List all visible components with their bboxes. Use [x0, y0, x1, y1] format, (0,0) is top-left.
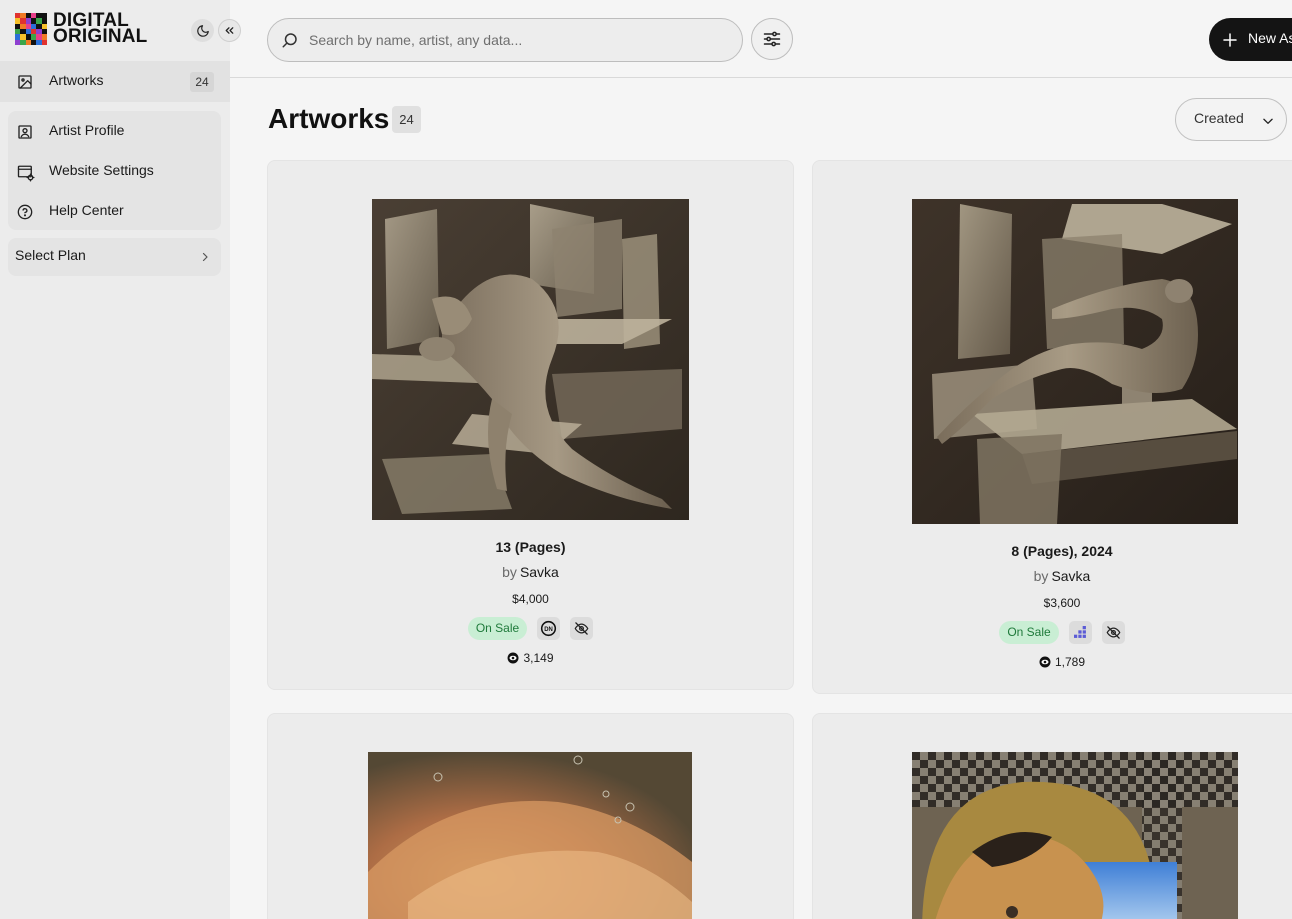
artwork-price: $3,600	[1043, 596, 1081, 610]
artist-name[interactable]: Savka	[1051, 568, 1090, 584]
marketplace-badge[interactable]	[1068, 621, 1092, 644]
moon-icon	[196, 24, 209, 37]
dn-logo-icon: DN	[541, 620, 557, 637]
artwork-image-graphic	[912, 752, 1238, 919]
artwork-artist: by Savka	[268, 564, 793, 580]
artwork-price: $4,000	[512, 592, 549, 606]
artwork-title[interactable]: 8 (Pages), 2024	[813, 543, 1292, 559]
artwork-image[interactable]	[372, 199, 689, 520]
page-title-count: 24	[392, 106, 421, 133]
chevron-down-icon	[1263, 118, 1273, 124]
new-artwork-label: New As	[1248, 30, 1292, 46]
marketplace-badge[interactable]: DN	[537, 617, 561, 640]
artist-by-label: by	[1033, 568, 1049, 584]
chevron-right-icon	[202, 252, 208, 262]
artworks-count-badge: 24	[190, 72, 214, 92]
artist-name[interactable]: Savka	[520, 564, 559, 580]
artwork-card[interactable]: 8 (Pages), 2024 by Savka $3,600 On Sale 1…	[812, 160, 1292, 694]
top-bar: New As	[230, 0, 1292, 78]
brand-logo[interactable]: DIGITAL ORIGINAL	[15, 11, 148, 47]
artwork-card[interactable]	[267, 713, 794, 919]
select-plan-label: Select Plan	[15, 247, 86, 263]
artist-by-label: by	[502, 564, 517, 580]
plus-icon	[1223, 33, 1237, 47]
visibility-toggle[interactable]	[1101, 621, 1125, 644]
artwork-image-graphic	[368, 752, 692, 919]
sidebar-item-artworks[interactable]: Artworks 24	[0, 61, 230, 102]
artwork-card[interactable]: 13 (Pages) by Savka $4,000 On Sale DN 3,1…	[267, 160, 794, 690]
artwork-image[interactable]	[368, 752, 692, 919]
artwork-image-graphic	[912, 199, 1238, 524]
help-icon	[17, 204, 33, 220]
dark-mode-toggle[interactable]	[191, 19, 214, 42]
dn-logo-text: DN	[544, 627, 553, 633]
eye-icon	[507, 652, 519, 664]
select-plan-button[interactable]: Select Plan	[8, 238, 221, 276]
sidebar-item-label: Artist Profile	[49, 122, 125, 138]
sidebar-item-website-settings[interactable]: Website Settings	[8, 154, 221, 190]
artwork-image[interactable]	[912, 199, 1238, 524]
sidebar-item-help-center[interactable]: Help Center	[8, 194, 221, 230]
visibility-toggle[interactable]	[570, 617, 594, 640]
brand-line-2: ORIGINAL	[53, 26, 148, 47]
sliders-icon	[763, 31, 781, 47]
website-settings-icon	[17, 165, 35, 182]
views-count: 3,149	[523, 651, 554, 665]
status-badge: On Sale	[999, 621, 1059, 644]
views-count: 1,789	[1054, 655, 1086, 669]
sidebar-item-label: Website Settings	[49, 162, 154, 178]
brand-logo-mark	[15, 13, 47, 45]
search-icon	[282, 33, 297, 48]
artwork-badges: On Sale DN	[268, 617, 793, 640]
image-icon	[18, 75, 32, 89]
brand-name: DIGITAL ORIGINAL	[53, 11, 148, 47]
sort-dropdown[interactable]: Created	[1175, 98, 1287, 141]
sidebar-nav-group: Artist Profile Website Settings Help Cen…	[8, 111, 221, 230]
artwork-title[interactable]: 13 (Pages)	[268, 539, 793, 555]
page-title: Artworks	[268, 103, 390, 134]
eye-off-icon	[1106, 626, 1121, 639]
sidebar-item-artist-profile[interactable]: Artist Profile	[8, 114, 221, 150]
new-artwork-button[interactable]: New As	[1209, 18, 1292, 61]
artwork-image-graphic	[372, 199, 689, 520]
artwork-views: 3,149	[268, 651, 793, 665]
eye-icon	[1039, 656, 1051, 668]
artwork-image[interactable]	[912, 752, 1238, 919]
artwork-views: 1,789	[813, 655, 1292, 669]
sidebar: DIGITAL ORIGINAL Artworks 24 Artist Prof…	[0, 0, 241, 919]
eye-off-icon	[574, 622, 589, 635]
search-box[interactable]	[267, 18, 743, 62]
artwork-artist: by Savka	[813, 568, 1292, 584]
sort-selected-value: Created	[1194, 110, 1244, 126]
sidebar-item-label: Help Center	[49, 202, 124, 218]
sidebar-item-label: Artworks	[49, 72, 104, 88]
status-badge: On Sale	[467, 617, 528, 640]
search-input[interactable]	[309, 29, 729, 51]
profile-icon	[18, 125, 32, 139]
dots-grid-icon	[1073, 626, 1086, 638]
filter-button[interactable]	[751, 18, 793, 60]
artwork-badges: On Sale	[813, 621, 1292, 644]
artwork-card[interactable]	[812, 713, 1292, 919]
